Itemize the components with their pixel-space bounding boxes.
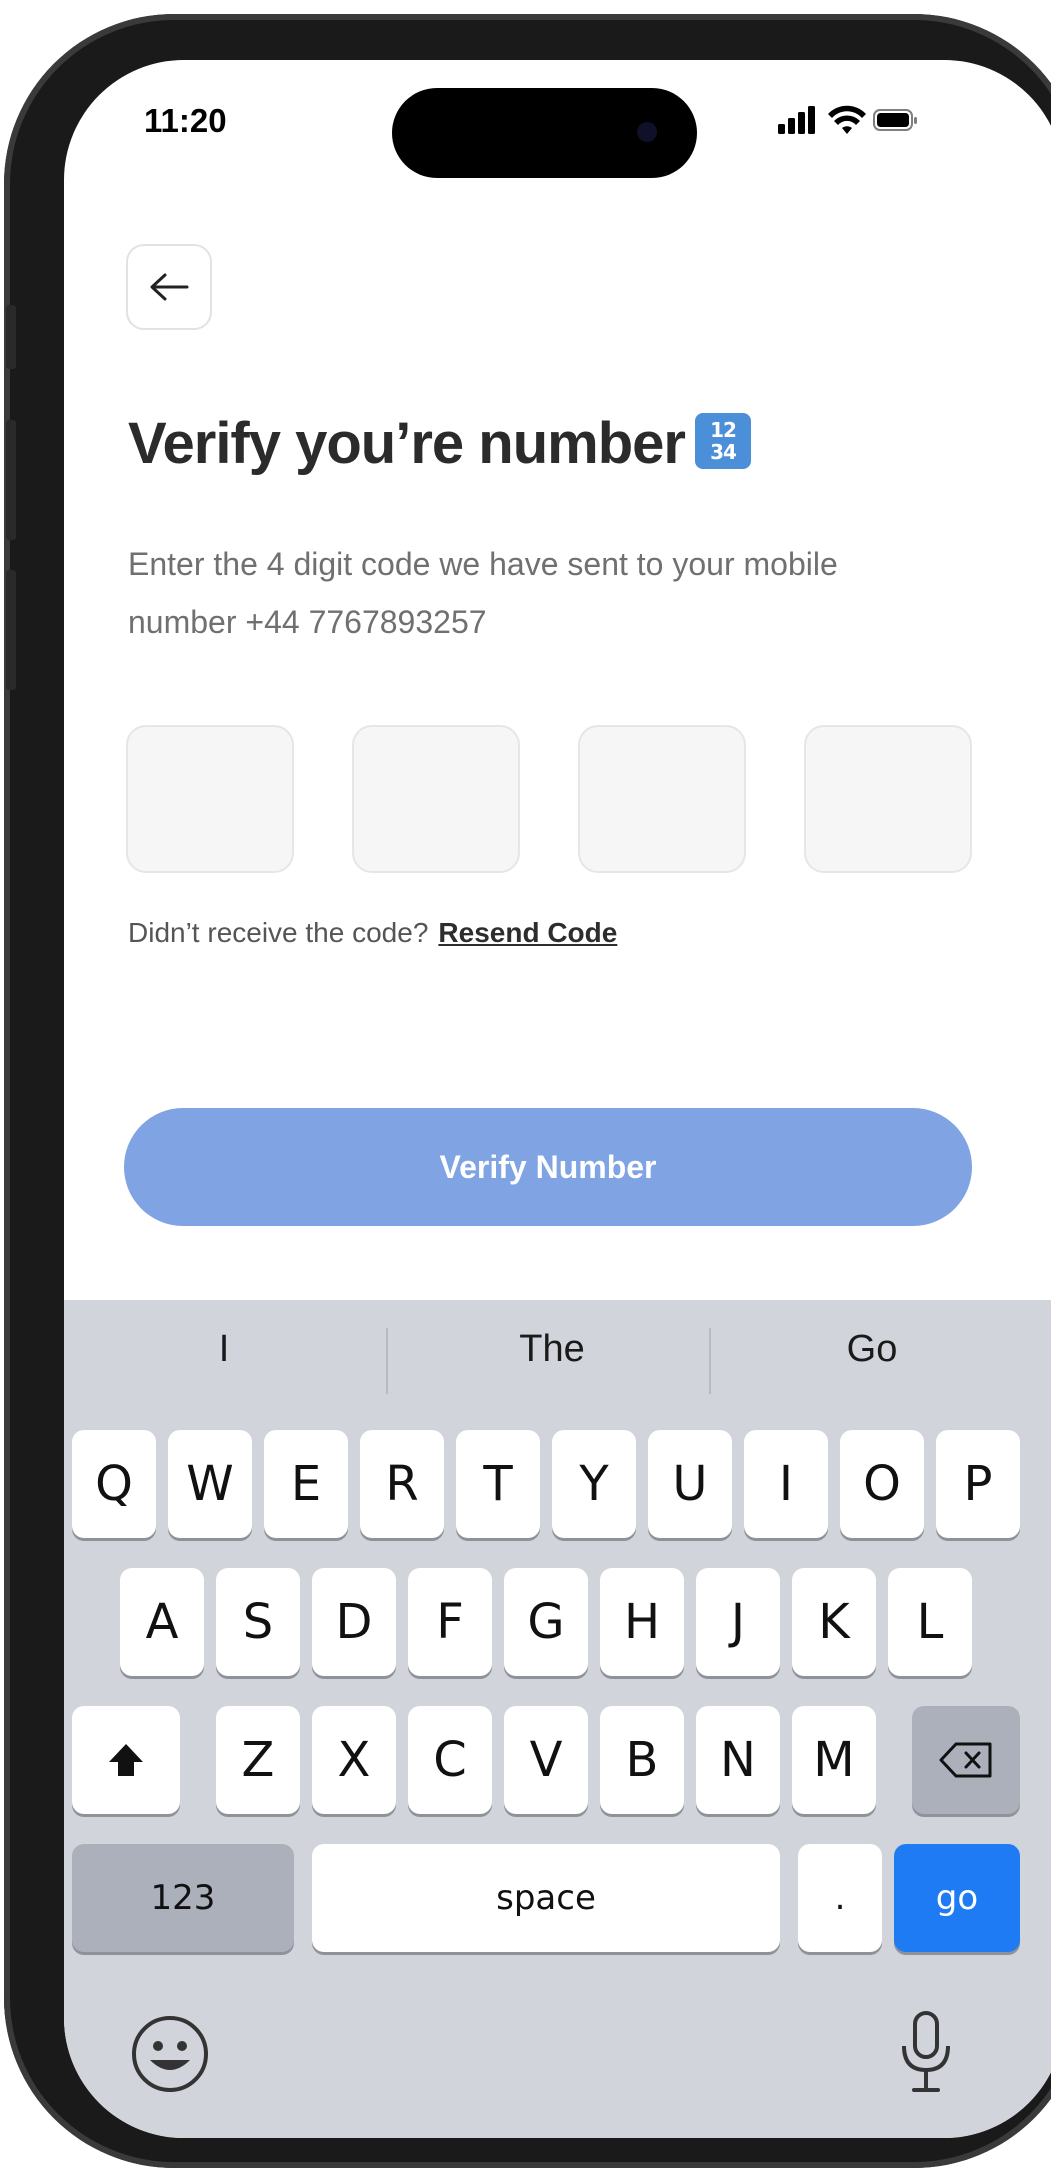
key-s[interactable]: S (216, 1568, 300, 1676)
suggestion-divider (709, 1328, 711, 1394)
key-z[interactable]: Z (216, 1706, 300, 1814)
page-title-text: Verify you’re number (128, 411, 686, 476)
otp-digit-4[interactable] (804, 725, 972, 873)
key-k[interactable]: K (792, 1568, 876, 1676)
page-subtitle: Enter the 4 digit code we have sent to y… (128, 546, 838, 640)
delete-key[interactable] (912, 1706, 1020, 1814)
suggestion-1[interactable]: I (124, 1328, 324, 1371)
status-bar: 11:20 (64, 60, 1051, 210)
key-x[interactable]: X (312, 1706, 396, 1814)
period-key[interactable]: . (798, 1844, 882, 1952)
input-numbers-bottom: 34 (710, 440, 737, 464)
key-t[interactable]: T (456, 1430, 540, 1538)
input-numbers-top: 12 (710, 418, 737, 442)
key-r[interactable]: R (360, 1430, 444, 1538)
key-m[interactable]: M (792, 1706, 876, 1814)
space-key[interactable]: space (312, 1844, 780, 1952)
otp-digit-3[interactable] (578, 725, 746, 873)
key-j[interactable]: J (696, 1568, 780, 1676)
wifi-icon (828, 105, 866, 134)
camera-icon (637, 122, 657, 142)
back-button[interactable] (126, 244, 212, 330)
suggestion-2[interactable]: The (452, 1328, 652, 1371)
numbers-key[interactable]: 123 (72, 1844, 294, 1952)
key-u[interactable]: U (648, 1430, 732, 1538)
verify-number-button[interactable]: Verify Number (124, 1108, 972, 1226)
otp-digit-1[interactable] (126, 725, 294, 873)
keyboard: I The Go Q W E R T Y U I O P A S D F G H… (64, 1300, 1051, 2138)
key-h[interactable]: H (600, 1568, 684, 1676)
otp-digit-2[interactable] (352, 725, 520, 873)
otp-input-group (126, 725, 978, 873)
system-status-icons (778, 105, 917, 134)
cellular-signal-icon (778, 106, 815, 134)
suggestion-bar: I The Go (64, 1300, 1051, 1420)
key-g[interactable]: G (504, 1568, 588, 1676)
status-time: 11:20 (144, 102, 227, 139)
input-numbers-icon: 12 34 (694, 413, 751, 469)
key-v[interactable]: V (504, 1706, 588, 1814)
key-f[interactable]: F (408, 1568, 492, 1676)
resend-code-link[interactable]: Resend Code (438, 917, 617, 948)
battery-icon (873, 109, 917, 131)
key-e[interactable]: E (264, 1430, 348, 1538)
volume-up-button (6, 420, 16, 540)
dynamic-island (392, 88, 697, 178)
key-q[interactable]: Q (72, 1430, 156, 1538)
resend-prompt: Didn’t receive the code? (128, 917, 429, 948)
microphone-icon[interactable] (896, 2008, 956, 2098)
key-p[interactable]: P (936, 1430, 1020, 1538)
key-n[interactable]: N (696, 1706, 780, 1814)
key-i[interactable]: I (744, 1430, 828, 1538)
key-a[interactable]: A (120, 1568, 204, 1676)
volume-down-button (6, 570, 16, 690)
go-key[interactable]: go (894, 1844, 1020, 1952)
page-title: Verify you’re number 12 34 (128, 410, 751, 477)
key-y[interactable]: Y (552, 1430, 636, 1538)
delete-icon (939, 1742, 992, 1778)
emoji-icon[interactable] (130, 2014, 210, 2094)
suggestion-divider (386, 1328, 388, 1394)
side-button (6, 305, 16, 369)
key-l[interactable]: L (888, 1568, 972, 1676)
shift-key[interactable] (72, 1706, 180, 1814)
suggestion-3[interactable]: Go (772, 1328, 972, 1371)
key-o[interactable]: O (840, 1430, 924, 1538)
key-b[interactable]: B (600, 1706, 684, 1814)
resend-row: Didn’t receive the code? Resend Code (128, 917, 617, 949)
key-c[interactable]: C (408, 1706, 492, 1814)
key-d[interactable]: D (312, 1568, 396, 1676)
screen: 11:20 Verify you’re number 12 34 Enter t… (64, 60, 1051, 2138)
key-w[interactable]: W (168, 1430, 252, 1538)
arrow-left-icon (150, 273, 189, 301)
shift-icon (109, 1744, 143, 1776)
